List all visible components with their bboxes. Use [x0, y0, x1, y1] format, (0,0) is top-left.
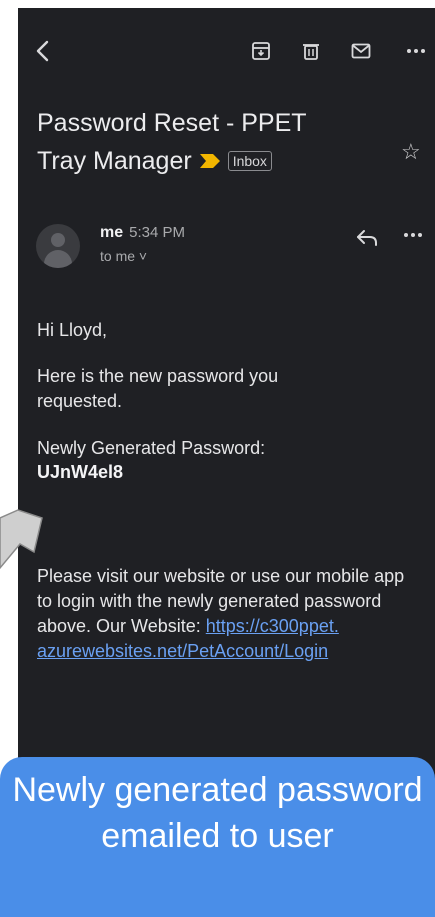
reply-button[interactable] — [356, 229, 382, 249]
reply-icon — [357, 230, 377, 246]
archive-button[interactable] — [248, 38, 274, 64]
more-icon — [407, 49, 425, 53]
sent-time: 5:34 PM — [129, 224, 185, 241]
sender-name: me — [100, 224, 124, 241]
subject-line-1: Password Reset - PPET — [37, 109, 307, 137]
mail-icon — [351, 43, 371, 59]
toolbar — [18, 8, 435, 78]
subject-line-2: Tray Manager — [37, 147, 192, 175]
callout-text: Newly generated password emailed to user — [12, 771, 423, 855]
important-marker-icon[interactable] — [199, 154, 220, 168]
website-link-part-1[interactable]: https://c300ppet. — [206, 616, 339, 636]
inbox-label-badge[interactable]: Inbox — [227, 151, 272, 171]
recipient-toggle[interactable]: to me ˅ — [100, 248, 147, 264]
more-button[interactable] — [403, 38, 429, 64]
message-more-button[interactable] — [403, 223, 427, 247]
mark-unread-button[interactable] — [348, 38, 374, 64]
delete-button[interactable] — [298, 38, 324, 64]
generated-password: UJnW4el8 — [37, 462, 124, 482]
password-label: Newly Generated Password: — [37, 438, 266, 458]
more-icon — [404, 233, 422, 237]
intro-text: Here is the new password you requested. — [37, 366, 279, 411]
callout-box: Newly generated password emailed to user — [0, 757, 435, 917]
back-icon — [36, 40, 49, 62]
delete-icon — [303, 44, 319, 60]
instructions-text: Please visit our website or use our mobi… — [37, 564, 412, 664]
star-icon[interactable]: ☆ — [401, 139, 421, 165]
sender-line: me 5:34 PM — [100, 224, 185, 242]
back-button[interactable] — [30, 38, 56, 64]
avatar-icon — [36, 224, 80, 268]
archive-icon — [252, 42, 270, 60]
email-subject: Password Reset - PPET Tray Manager Inbox — [37, 104, 377, 180]
website-link-part-2[interactable]: azurewebsites.net/PetAccount/Login — [37, 641, 328, 661]
greeting: Hi Lloyd, — [37, 320, 108, 340]
pointer-arrow-shape — [0, 509, 43, 570]
